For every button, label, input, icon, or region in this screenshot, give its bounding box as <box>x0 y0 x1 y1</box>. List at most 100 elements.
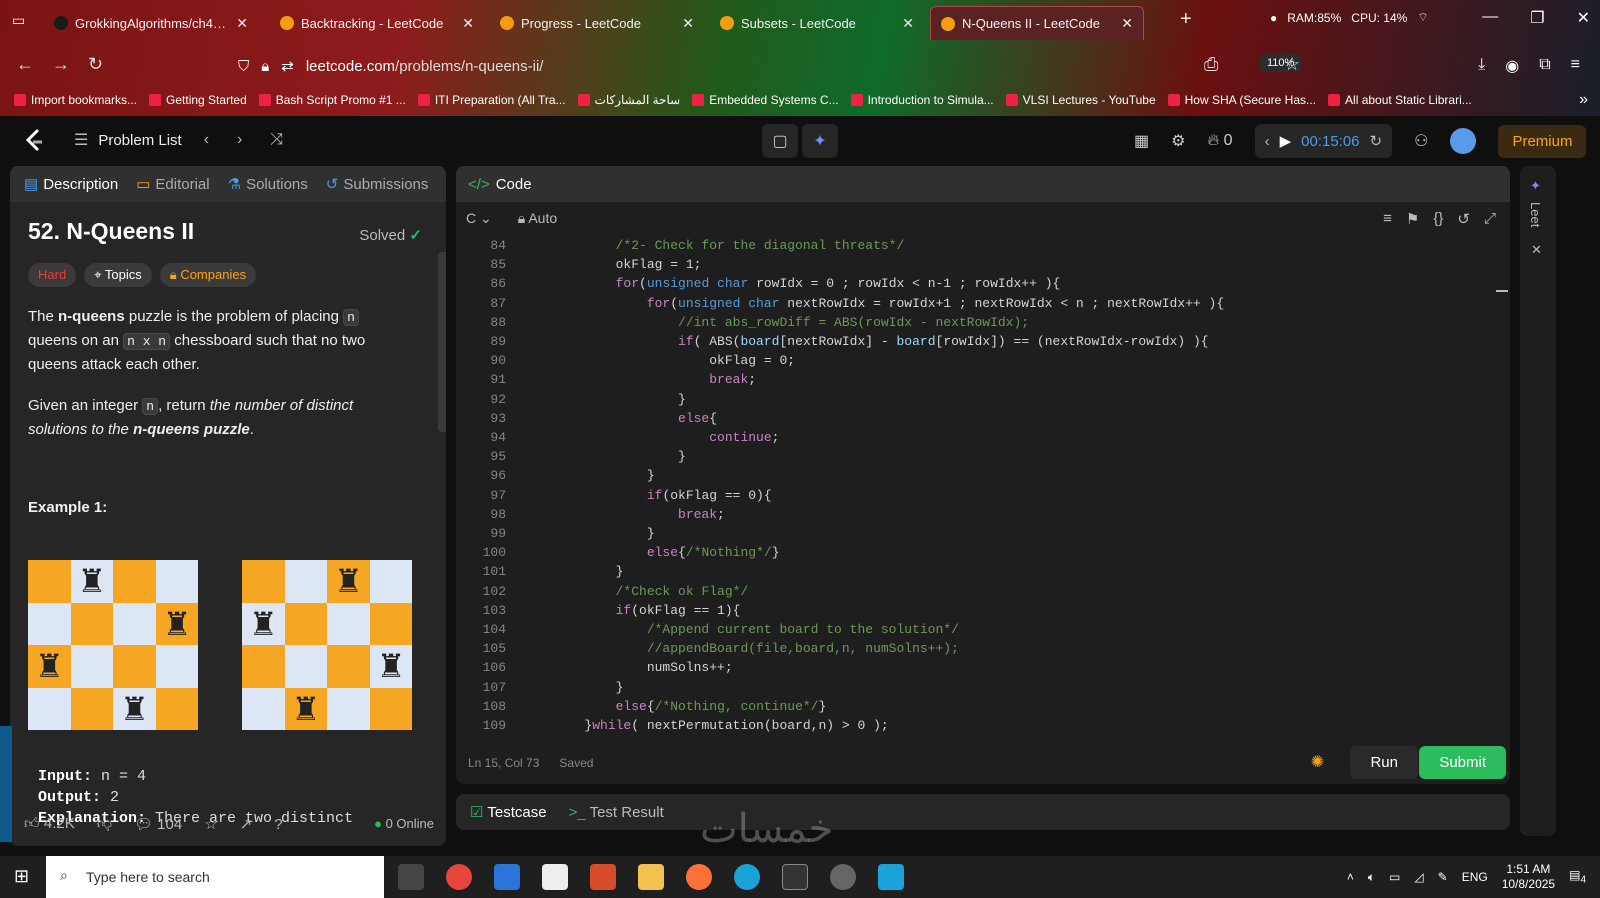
tab-testcase[interactable]: ☑ Testcase <box>470 803 547 821</box>
input-language[interactable]: ENG <box>1462 870 1488 884</box>
vscode-icon[interactable] <box>878 864 904 890</box>
code-line[interactable]: for(unsigned char nextRowIdx = rowIdx+1 … <box>522 296 1224 311</box>
tab-n-queens[interactable]: N-Queens II - LeetCode ✕ <box>930 6 1144 40</box>
language-select[interactable]: C ⌄ <box>466 210 492 227</box>
save-page-icon[interactable]: ⎙ <box>1204 54 1218 75</box>
restore-icon[interactable]: ❐ <box>1530 8 1544 28</box>
code-line[interactable]: okFlag = 1; <box>522 257 702 272</box>
tab-test-result[interactable]: >_ Test Result <box>569 804 664 821</box>
bookmark-item[interactable]: Embedded Systems C... <box>692 93 839 107</box>
url-bar[interactable]: ⛉ 🔒︎ ⇄ leetcode.com/problems/n-queens-ii/ <box>232 50 1342 82</box>
braces-icon[interactable]: {} <box>1433 210 1443 228</box>
bookmark-item[interactable]: Introduction to Simula... <box>850 93 994 107</box>
code-line[interactable]: } <box>522 564 624 579</box>
account-icon[interactable]: ◉ <box>1505 56 1519 76</box>
dislike-icon[interactable]: 👎︎ <box>97 815 112 833</box>
clock[interactable]: 1:51 AM 10/8/2025 <box>1502 862 1555 892</box>
chevron-left-icon[interactable]: ‹ <box>1265 133 1270 150</box>
favorite-star-icon[interactable]: ☆ <box>204 815 217 833</box>
back-icon[interactable]: ← <box>16 54 34 75</box>
add-friend-icon[interactable]: ⚇ <box>1414 131 1428 151</box>
editor-scroll-marker[interactable] <box>1496 290 1508 292</box>
mail-icon[interactable] <box>542 864 568 890</box>
battery-icon[interactable]: ▭ <box>1389 870 1400 884</box>
windows-start-icon[interactable]: ⊞ <box>14 866 29 887</box>
close-window-icon[interactable]: ✕ <box>1577 8 1590 28</box>
close-icon[interactable]: ✕ <box>236 15 248 32</box>
code-line[interactable]: numSolns++; <box>522 660 733 675</box>
prev-problem-icon[interactable]: ‹ <box>204 131 209 149</box>
close-icon[interactable]: ✕ <box>1121 15 1133 32</box>
notifications-icon[interactable]: ▤4 <box>1569 868 1586 885</box>
run-button[interactable]: Run <box>1350 746 1418 779</box>
store-icon[interactable] <box>494 864 520 890</box>
bookmark-item[interactable]: How SHA (Secure Has... <box>1167 93 1316 107</box>
notes-icon[interactable]: ▢ <box>762 124 798 158</box>
tab-submissions[interactable]: ↺ Submissions <box>326 175 429 193</box>
share-icon[interactable]: ↗ <box>240 815 253 833</box>
tab-progress[interactable]: Progress - LeetCode ✕ <box>490 6 704 40</box>
download-icon[interactable]: ⤓ <box>1478 56 1485 76</box>
fullscreen-icon[interactable]: ⤢ <box>1484 210 1496 228</box>
bookmarks-overflow-icon[interactable]: » <box>1579 91 1588 109</box>
code-line[interactable]: } <box>522 392 686 407</box>
problem-list-link[interactable]: Problem List <box>98 132 181 149</box>
code-line[interactable]: } <box>522 449 686 464</box>
autocomplete-mode[interactable]: 🔒︎ Auto <box>518 210 557 227</box>
code-line[interactable]: continue; <box>522 430 779 445</box>
chevron-up-icon[interactable]: ˄ <box>1347 870 1354 884</box>
settings-gear-icon[interactable]: ⚙ <box>1171 131 1185 151</box>
submit-button[interactable]: Submit <box>1419 746 1506 779</box>
code-editor[interactable]: 84 /*2- Check for the diagonal threats*/… <box>456 236 1496 742</box>
tab-actions-icon[interactable]: ▭ <box>12 12 25 29</box>
next-problem-icon[interactable]: › <box>237 131 242 149</box>
app-icon[interactable] <box>830 864 856 890</box>
code-line[interactable]: else{ <box>522 411 717 426</box>
bookmark-item[interactable]: ساحة المشاركات <box>577 93 680 107</box>
companies-tag[interactable]: 🔒︎ Companies <box>159 263 257 287</box>
scrollbar[interactable] <box>438 252 446 432</box>
menu-icon[interactable]: ≡ <box>1571 56 1580 76</box>
bookmark-star-icon[interactable]: ☆ <box>1284 54 1300 75</box>
code-line[interactable]: else{/*Nothing, continue*/} <box>522 699 827 714</box>
topics-tag[interactable]: ⌖ Topics <box>84 263 152 287</box>
code-line[interactable]: for(unsigned char rowIdx = 0 ; rowIdx < … <box>522 276 1061 291</box>
code-line[interactable]: } <box>522 468 655 483</box>
spark-icon[interactable]: ✦ <box>1530 178 1541 194</box>
code-line[interactable]: } <box>522 680 624 695</box>
list-icon[interactable]: ☰ <box>74 130 88 150</box>
close-icon[interactable]: ✕ <box>682 15 694 32</box>
reset-icon[interactable]: ↻ <box>1370 132 1383 150</box>
streak-flame[interactable]: 🔥︎ 0 <box>1207 132 1232 150</box>
bookmark-icon[interactable]: ⚑ <box>1406 210 1419 228</box>
close-icon[interactable]: ✕ <box>1531 242 1542 258</box>
code-line[interactable]: if(okFlag == 1){ <box>522 603 741 618</box>
code-line[interactable]: else{/*Nothing*/} <box>522 545 780 560</box>
bookmark-item[interactable]: VLSI Lectures - YouTube <box>1005 93 1156 107</box>
undo-icon[interactable]: ↺ <box>1457 210 1470 228</box>
code-line[interactable]: if(okFlag == 0){ <box>522 488 772 503</box>
new-tab-icon[interactable]: + <box>1180 8 1192 31</box>
debug-icon[interactable]: ✺ <box>1311 752 1324 772</box>
office-icon[interactable] <box>590 864 616 890</box>
ai-spark-icon[interactable]: ✦ <box>802 124 838 158</box>
code-line[interactable]: if( ABS(board[nextRowIdx] - board[rowIdx… <box>522 334 1209 349</box>
format-icon[interactable]: ≡ <box>1383 210 1392 228</box>
premium-button[interactable]: Premium <box>1498 124 1587 158</box>
code-line[interactable]: /*Append current board to the solution*/ <box>522 622 959 637</box>
close-icon[interactable]: ✕ <box>462 15 474 32</box>
minimize-icon[interactable]: — <box>1482 8 1498 28</box>
code-line[interactable]: /*2- Check for the diagonal threats*/ <box>522 238 905 253</box>
code-line[interactable]: /*Check ok Flag*/ <box>522 584 749 599</box>
code-line[interactable]: //int abs_rowDiff = ABS(rowIdx - nextRow… <box>522 315 1029 330</box>
bookmark-item[interactable]: Import bookmarks... <box>14 93 137 107</box>
code-line[interactable]: //appendBoard(file,board,n, numSolns++); <box>522 641 959 656</box>
tab-grokking[interactable]: GrokkingAlgorithms/ch4/prob1✕ <box>44 6 258 40</box>
code-line[interactable]: }while( nextPermutation(board,n) > 0 ); <box>522 718 888 733</box>
layout-grid-icon[interactable]: ▦ <box>1134 131 1149 151</box>
reload-icon[interactable]: ↻ <box>88 54 103 75</box>
tab-editorial[interactable]: ▭ Editorial <box>136 175 209 193</box>
code-line[interactable]: break; <box>522 507 725 522</box>
leetcode-logo-icon[interactable] <box>24 128 46 154</box>
edge-icon[interactable] <box>734 864 760 890</box>
